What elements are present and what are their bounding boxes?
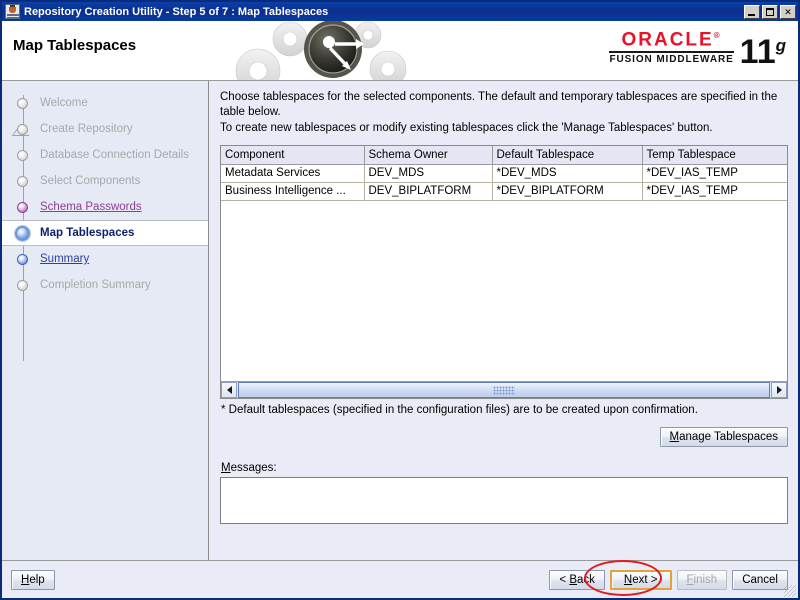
gears-artwork [235, 21, 407, 80]
step-dot-icon [17, 175, 28, 187]
back-button[interactable]: < Back [549, 569, 605, 590]
step-dot-icon [17, 97, 28, 109]
step-dot-icon [17, 253, 28, 265]
cell-default-tablespace[interactable]: *DEV_MDS [492, 164, 643, 183]
scrollbar-grip-icon [493, 386, 515, 395]
next-button[interactable]: Next > [609, 569, 672, 590]
manage-tablespaces-button[interactable]: Manage Tablespaces [659, 427, 788, 447]
sidebar-step-completion-summary[interactable]: Completion Summary [2, 272, 208, 298]
page-title: Map Tablespaces [13, 37, 137, 54]
step-dot-icon [17, 201, 28, 213]
version-label: 11g [739, 33, 786, 71]
sidebar-step-label: Completion Summary [40, 279, 151, 291]
scrollbar-thumb[interactable] [238, 382, 770, 398]
mnemonic-letter: B [569, 573, 578, 586]
help-button[interactable]: Help [11, 569, 55, 590]
mnemonic-letter: N [623, 573, 633, 586]
tablespaces-table: Component Schema Owner Default Tablespac… [221, 146, 787, 201]
messages-label-rest: essages: [230, 462, 277, 474]
cell-schema-owner[interactable]: DEV_BIPLATFORM [364, 182, 493, 201]
navigation-buttons: < Back Next > Finish Cancel [549, 569, 788, 590]
sidebar-step-select-components[interactable]: Select Components [2, 168, 208, 194]
sidebar-step-label: Map Tablespaces [40, 227, 135, 239]
button-label-rest: inish [693, 573, 718, 586]
scroll-left-arrow-icon[interactable] [221, 382, 237, 398]
cell-default-tablespace[interactable]: *DEV_BIPLATFORM [492, 182, 643, 201]
instructions: Choose tablespaces for the selected comp… [220, 90, 788, 136]
button-label-rest: anage Tablespaces [679, 431, 778, 443]
sidebar-step-summary[interactable]: Summary [2, 246, 208, 272]
sidebar-step-label: Create Repository [40, 123, 133, 135]
cell-temp-tablespace[interactable]: *DEV_IAS_TEMP [642, 182, 787, 201]
cell-component[interactable]: Metadata Services [221, 164, 365, 183]
table-row[interactable]: Business Intelligence ... DEV_BIPLATFORM… [221, 182, 787, 201]
java-app-icon [5, 4, 20, 19]
wizard-steps-sidebar: Welcome Create Repository Database Conne… [2, 81, 209, 560]
tablespace-footnote: * Default tablespaces (specified in the … [221, 404, 698, 416]
column-header-temp-tablespace[interactable]: Temp Tablespace [642, 146, 787, 165]
instructions-line-1: Choose tablespaces for the selected comp… [220, 91, 778, 118]
sidebar-step-database-connection-details[interactable]: Database Connection Details [2, 142, 208, 168]
mnemonic-letter: M [669, 431, 680, 443]
application-window: Repository Creation Utility - Step 5 of … [0, 0, 800, 600]
sidebar-step-label: Database Connection Details [40, 149, 189, 161]
close-button[interactable]: ✕ [780, 4, 796, 19]
messages-textarea[interactable] [220, 477, 788, 524]
finish-button: Finish [676, 569, 728, 590]
button-label-rest: ack [577, 573, 595, 586]
step-dot-icon [17, 279, 28, 291]
instructions-line-2: To create new tablespaces or modify exis… [220, 122, 713, 134]
window-controls: ✕ [744, 4, 796, 19]
tablespaces-table-container: Component Schema Owner Default Tablespac… [220, 145, 788, 399]
sidebar-step-map-tablespaces[interactable]: Map Tablespaces [2, 220, 208, 246]
main-content-panel: Choose tablespaces for the selected comp… [209, 81, 798, 560]
step-dot-icon [17, 149, 28, 161]
sidebar-step-welcome[interactable]: Welcome [2, 90, 208, 116]
oracle-wordmark: ORACLE® [621, 29, 722, 51]
resize-grip-icon[interactable] [784, 585, 796, 597]
column-header-component[interactable]: Component [221, 146, 365, 165]
table-horizontal-scrollbar[interactable] [221, 381, 787, 398]
messages-label: Messages: [221, 462, 788, 474]
column-header-default-tablespace[interactable]: Default Tablespace [492, 146, 643, 165]
sidebar-step-label: Welcome [40, 97, 88, 109]
sidebar-step-schema-passwords[interactable]: Schema Passwords [2, 194, 208, 220]
manage-tablespaces-row: Manage Tablespaces [220, 427, 788, 447]
sidebar-step-label: Schema Passwords [40, 201, 142, 213]
scroll-right-arrow-icon[interactable] [771, 382, 787, 398]
window-title: Repository Creation Utility - Step 5 of … [24, 5, 329, 18]
column-header-schema-owner[interactable]: Schema Owner [364, 146, 493, 165]
step-dot-icon [17, 123, 28, 135]
button-label-pre: < [559, 573, 570, 586]
cell-schema-owner[interactable]: DEV_MDS [364, 164, 493, 183]
cell-temp-tablespace[interactable]: *DEV_IAS_TEMP [642, 164, 787, 183]
minimize-button[interactable] [744, 4, 760, 19]
table-empty-area [221, 200, 787, 381]
window-title-bar: Repository Creation Utility - Step 5 of … [2, 2, 798, 21]
fusion-middleware-label: FUSION MIDDLEWARE [609, 54, 734, 66]
mnemonic-letter: M [221, 462, 231, 474]
sidebar-step-label: Summary [40, 253, 90, 265]
table-row[interactable]: Metadata Services DEV_MDS *DEV_MDS *DEV_… [221, 164, 787, 183]
table-header-row: Component Schema Owner Default Tablespac… [221, 146, 787, 165]
step-dot-icon [15, 225, 30, 241]
button-label-rest: elp [29, 573, 45, 586]
cell-component[interactable]: Business Intelligence ... [221, 182, 365, 201]
sidebar-step-label: Select Components [40, 175, 141, 187]
scrollbar-track[interactable] [237, 382, 771, 398]
branding-header: Map Tablespaces ORACLE® FUSION MIDDLEWAR… [2, 21, 798, 81]
maximize-button[interactable] [762, 4, 778, 19]
sidebar-step-create-repository[interactable]: Create Repository [2, 116, 208, 142]
window-body: Welcome Create Repository Database Conne… [2, 81, 798, 560]
oracle-logo: ORACLE® FUSION MIDDLEWARE 11g [609, 26, 786, 69]
wizard-footer: Help < Back Next > Finish Cancel [2, 560, 798, 598]
logo-divider [609, 51, 734, 54]
button-label-rest: ext > [632, 573, 658, 586]
cancel-button[interactable]: Cancel [732, 569, 788, 590]
mnemonic-letter: F [686, 573, 694, 586]
